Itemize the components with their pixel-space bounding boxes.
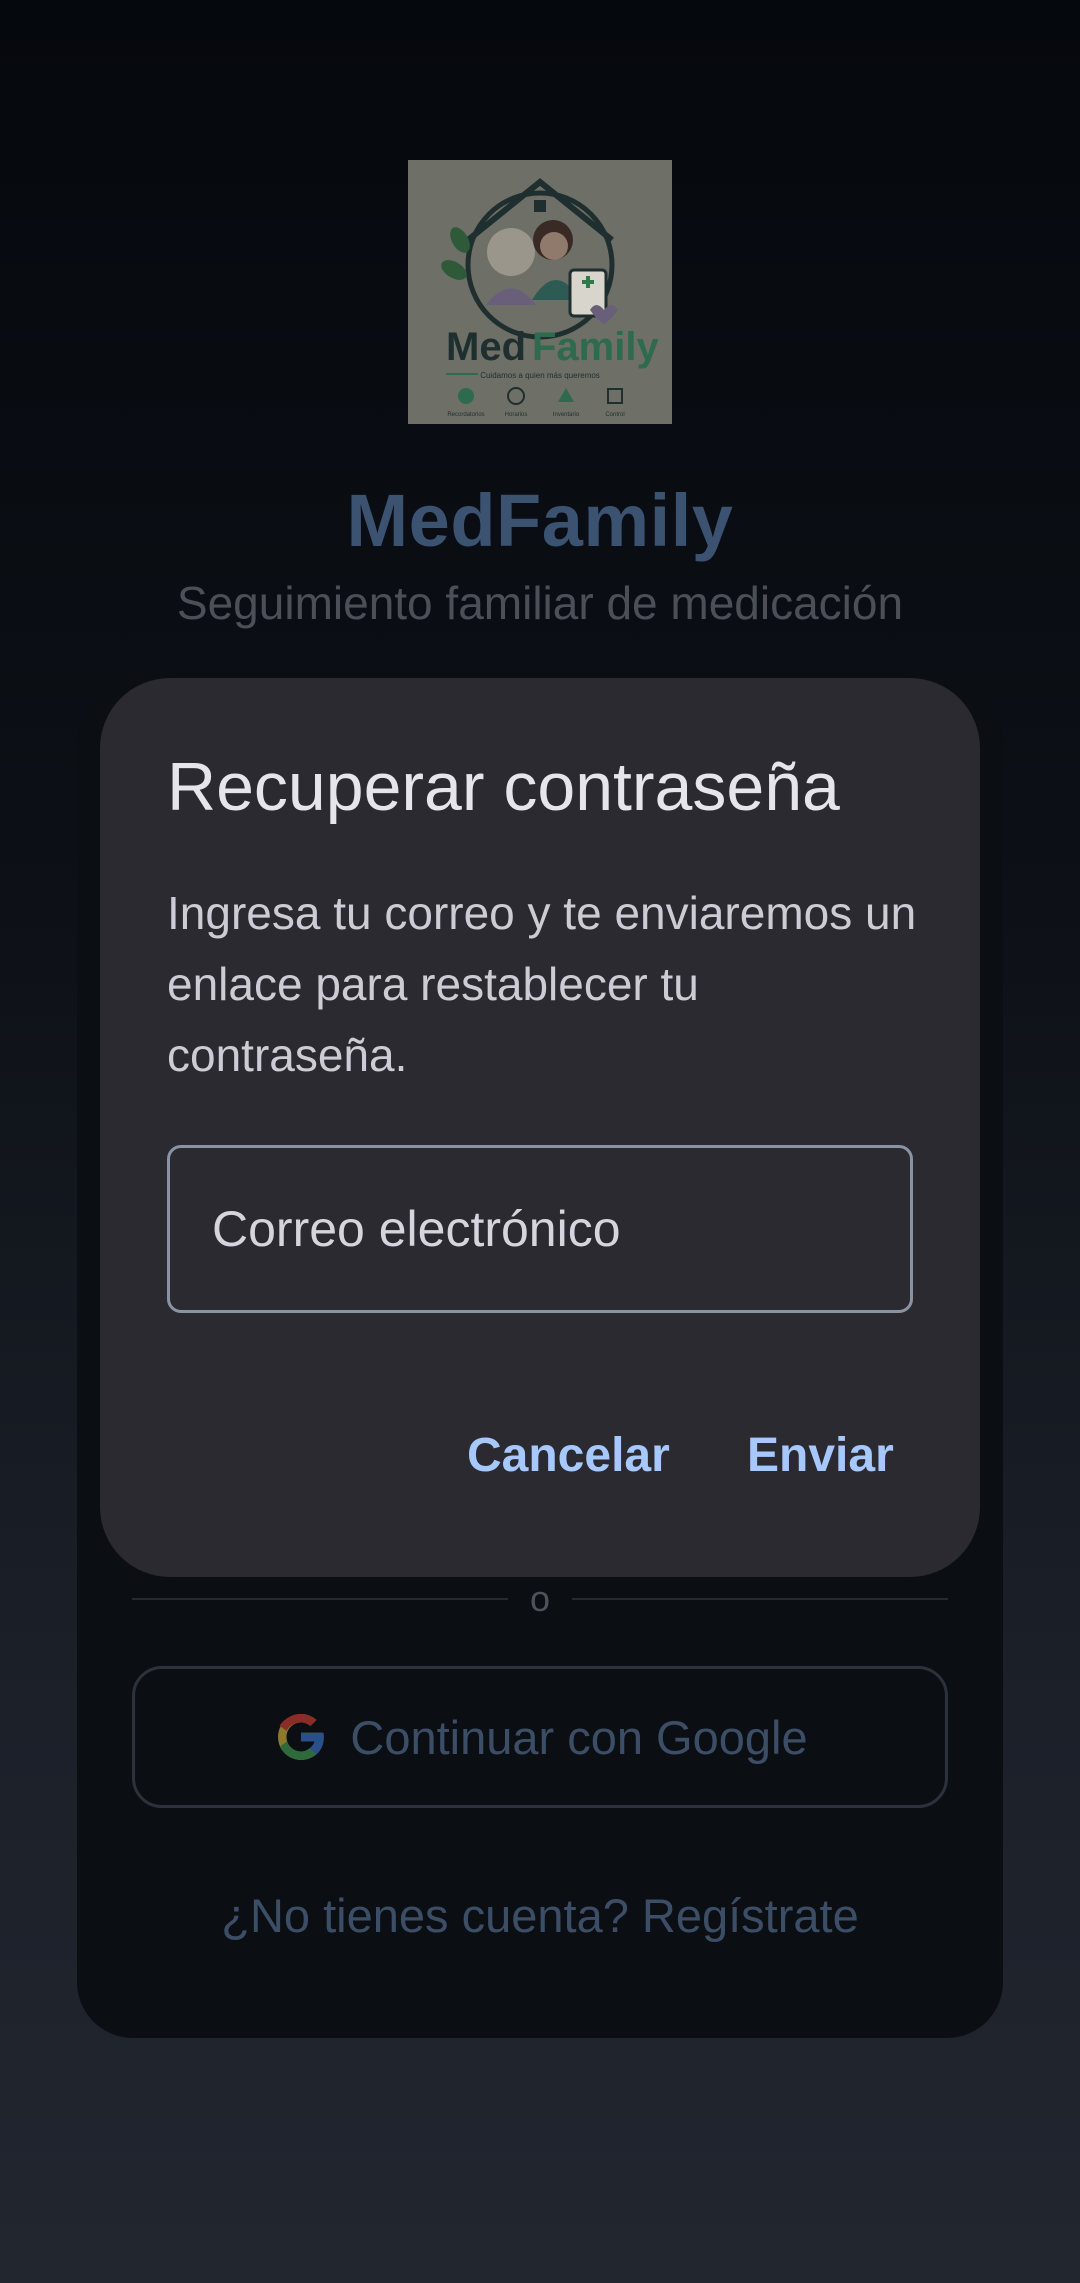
medfamily-logo-image: Med Family Cuidamos a quien más queremos… bbox=[408, 160, 672, 424]
password-recovery-dialog: Recuperar contraseña Ingresa tu correo y… bbox=[100, 678, 980, 1577]
svg-text:Horarios: Horarios bbox=[505, 412, 528, 418]
dialog-message: Ingresa tu correo y te enviaremos un enl… bbox=[167, 887, 917, 1081]
cancel-button[interactable]: Cancelar bbox=[467, 1408, 670, 1503]
divider-line-right bbox=[572, 1598, 948, 1600]
register-link[interactable]: ¿No tienes cuenta? Regístrate bbox=[0, 1888, 1080, 1943]
google-signin-button[interactable]: Continuar con Google bbox=[132, 1666, 948, 1808]
svg-text:Recordatorios: Recordatorios bbox=[447, 412, 484, 418]
app-logo: Med Family Cuidamos a quien más queremos… bbox=[408, 160, 672, 424]
email-input[interactable]: Correo electrónico bbox=[167, 1145, 913, 1313]
svg-text:Control: Control bbox=[605, 412, 624, 418]
svg-text:Cuidamos a quien más queremos: Cuidamos a quien más queremos bbox=[480, 371, 600, 380]
divider-line-left bbox=[132, 1598, 508, 1600]
app-title: MedFamily bbox=[346, 479, 734, 562]
email-input-placeholder: Correo electrónico bbox=[212, 1201, 621, 1257]
app-subtitle: Seguimiento familiar de medicación bbox=[176, 577, 904, 629]
google-button-label: Continuar con Google bbox=[350, 1710, 808, 1764]
svg-text:Family: Family bbox=[532, 325, 659, 369]
svg-text:Inventario: Inventario bbox=[553, 412, 580, 418]
dialog-title: Recuperar contraseña bbox=[167, 749, 840, 825]
svg-text:Med: Med bbox=[446, 325, 526, 369]
google-icon bbox=[278, 1714, 326, 1760]
send-button[interactable]: Enviar bbox=[747, 1408, 894, 1503]
divider-text: o bbox=[529, 1578, 551, 1619]
